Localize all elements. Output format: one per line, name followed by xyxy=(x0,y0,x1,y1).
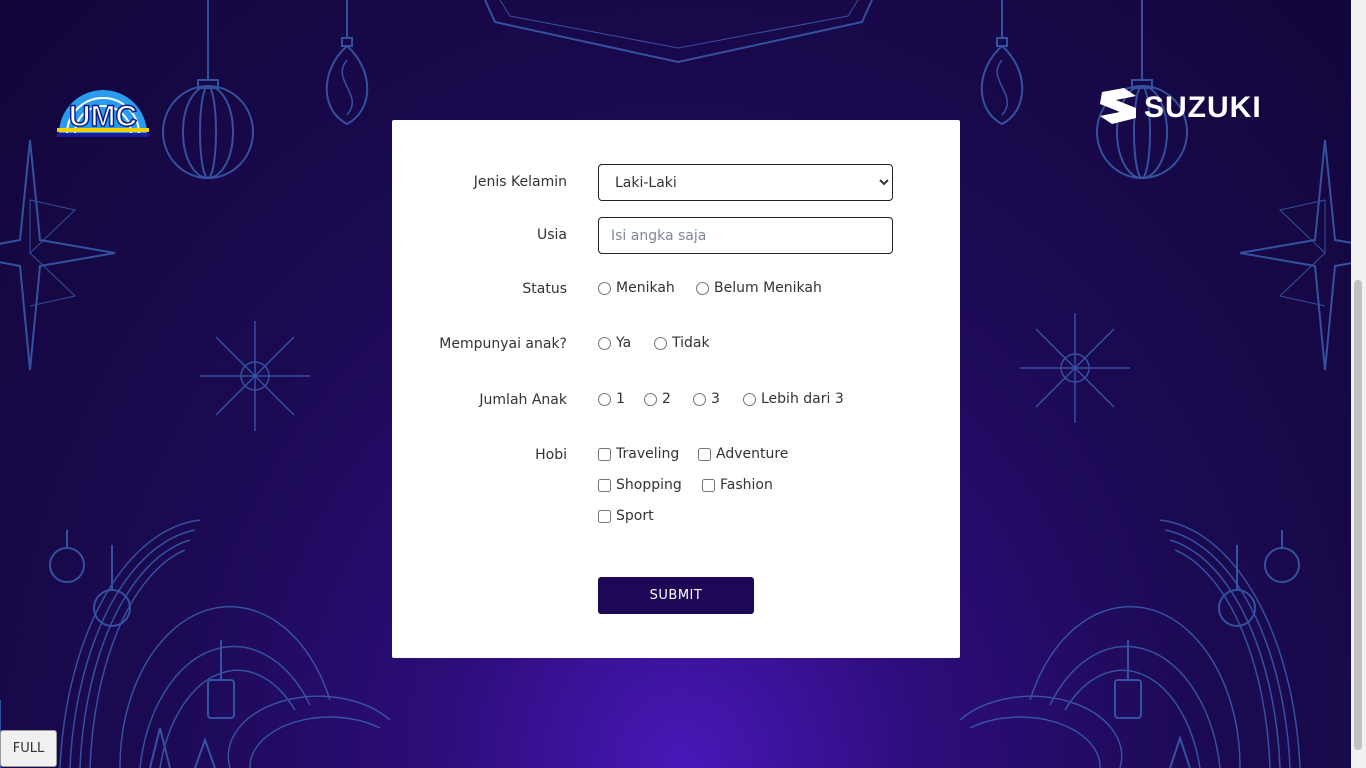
hobby-option-shopping[interactable]: Shopping xyxy=(598,477,682,493)
hobby-option-traveling[interactable]: Traveling xyxy=(598,446,679,462)
suzuki-s-icon xyxy=(1100,88,1136,124)
survey-form-card: Jenis Kelamin Laki-Laki Usia Status Meni… xyxy=(392,120,960,658)
hobby-checkbox-fashion[interactable] xyxy=(702,478,715,492)
children-count-option-1[interactable]: 1 xyxy=(598,391,625,407)
children-count-radio-3[interactable] xyxy=(693,392,706,406)
has-children-option-tidak[interactable]: Tidak xyxy=(654,335,710,351)
hobby-option-label: Shopping xyxy=(616,477,682,493)
children-count-option-2[interactable]: 2 xyxy=(644,391,671,407)
children-count-row: Jumlah Anak 1 2 3 Lebih dari 3 xyxy=(392,391,960,411)
has-children-option-label: Tidak xyxy=(672,335,710,351)
hobby-checkbox-shopping[interactable] xyxy=(598,478,611,492)
status-option-menikah[interactable]: Menikah xyxy=(598,280,675,296)
hobby-option-adventure[interactable]: Adventure xyxy=(698,446,788,462)
scrollbar-thumb[interactable] xyxy=(1354,280,1362,750)
umc-logo-text: UMC xyxy=(69,100,137,133)
status-label: Status xyxy=(522,281,567,297)
hobby-checkbox-sport[interactable] xyxy=(598,509,611,523)
hobbies-row: Hobi Traveling Adventure Shopping Fashio… xyxy=(392,446,960,526)
age-label: Usia xyxy=(536,227,567,243)
vertical-scrollbar[interactable] xyxy=(1351,0,1366,768)
status-radio-belum-menikah[interactable] xyxy=(696,281,709,295)
children-count-option-label: Lebih dari 3 xyxy=(761,391,844,407)
page: UMC SUZUKI Jenis Kelamin Laki-Laki Usia … xyxy=(0,0,1366,768)
has-children-radio-ya[interactable] xyxy=(598,336,611,350)
status-option-belum-menikah[interactable]: Belum Menikah xyxy=(696,280,822,296)
has-children-label: Mempunyai anak? xyxy=(439,336,567,352)
age-input[interactable] xyxy=(598,217,893,254)
hobby-option-label: Adventure xyxy=(716,446,789,462)
children-count-label: Jumlah Anak xyxy=(479,392,567,408)
children-count-radio-1[interactable] xyxy=(598,392,611,406)
hobby-option-label: Traveling xyxy=(616,446,680,462)
hobbies-label: Hobi xyxy=(535,447,567,463)
hobby-option-sport[interactable]: Sport xyxy=(598,508,654,524)
status-row: Status Menikah Belum Menikah xyxy=(392,280,960,300)
suzuki-logo: SUZUKI xyxy=(1098,86,1300,126)
submit-button[interactable]: SUBMIT xyxy=(598,577,754,614)
age-row: Usia xyxy=(392,217,960,254)
hobby-option-label: Sport xyxy=(616,508,654,524)
full-button[interactable]: FULL xyxy=(0,730,57,767)
status-option-label: Belum Menikah xyxy=(714,280,822,296)
status-radio-menikah[interactable] xyxy=(598,281,611,295)
hobby-checkbox-adventure[interactable] xyxy=(698,447,711,461)
status-option-label: Menikah xyxy=(616,280,675,296)
children-count-radio-2[interactable] xyxy=(644,392,657,406)
children-count-option-label: 3 xyxy=(711,391,720,407)
hobby-checkbox-traveling[interactable] xyxy=(598,447,611,461)
hobby-option-label: Fashion xyxy=(720,477,773,493)
hobby-option-fashion[interactable]: Fashion xyxy=(702,477,773,493)
gender-label: Jenis Kelamin xyxy=(473,174,567,190)
children-count-option-3[interactable]: 3 xyxy=(693,391,720,407)
gender-select[interactable]: Laki-Laki xyxy=(598,164,893,201)
children-count-option-label: 2 xyxy=(662,391,671,407)
has-children-row: Mempunyai anak? Ya Tidak xyxy=(392,335,960,355)
has-children-option-label: Ya xyxy=(616,335,632,351)
has-children-option-ya[interactable]: Ya xyxy=(598,335,631,351)
has-children-radio-tidak[interactable] xyxy=(654,336,667,350)
gender-row: Jenis Kelamin Laki-Laki xyxy=(392,164,960,201)
umc-logo: UMC xyxy=(57,74,149,140)
suzuki-logo-text: SUZUKI xyxy=(1144,91,1262,124)
children-count-option-label: 1 xyxy=(616,391,625,407)
children-count-option-more-than-3[interactable]: Lebih dari 3 xyxy=(743,391,844,407)
children-count-radio-more-than-3[interactable] xyxy=(743,392,756,406)
